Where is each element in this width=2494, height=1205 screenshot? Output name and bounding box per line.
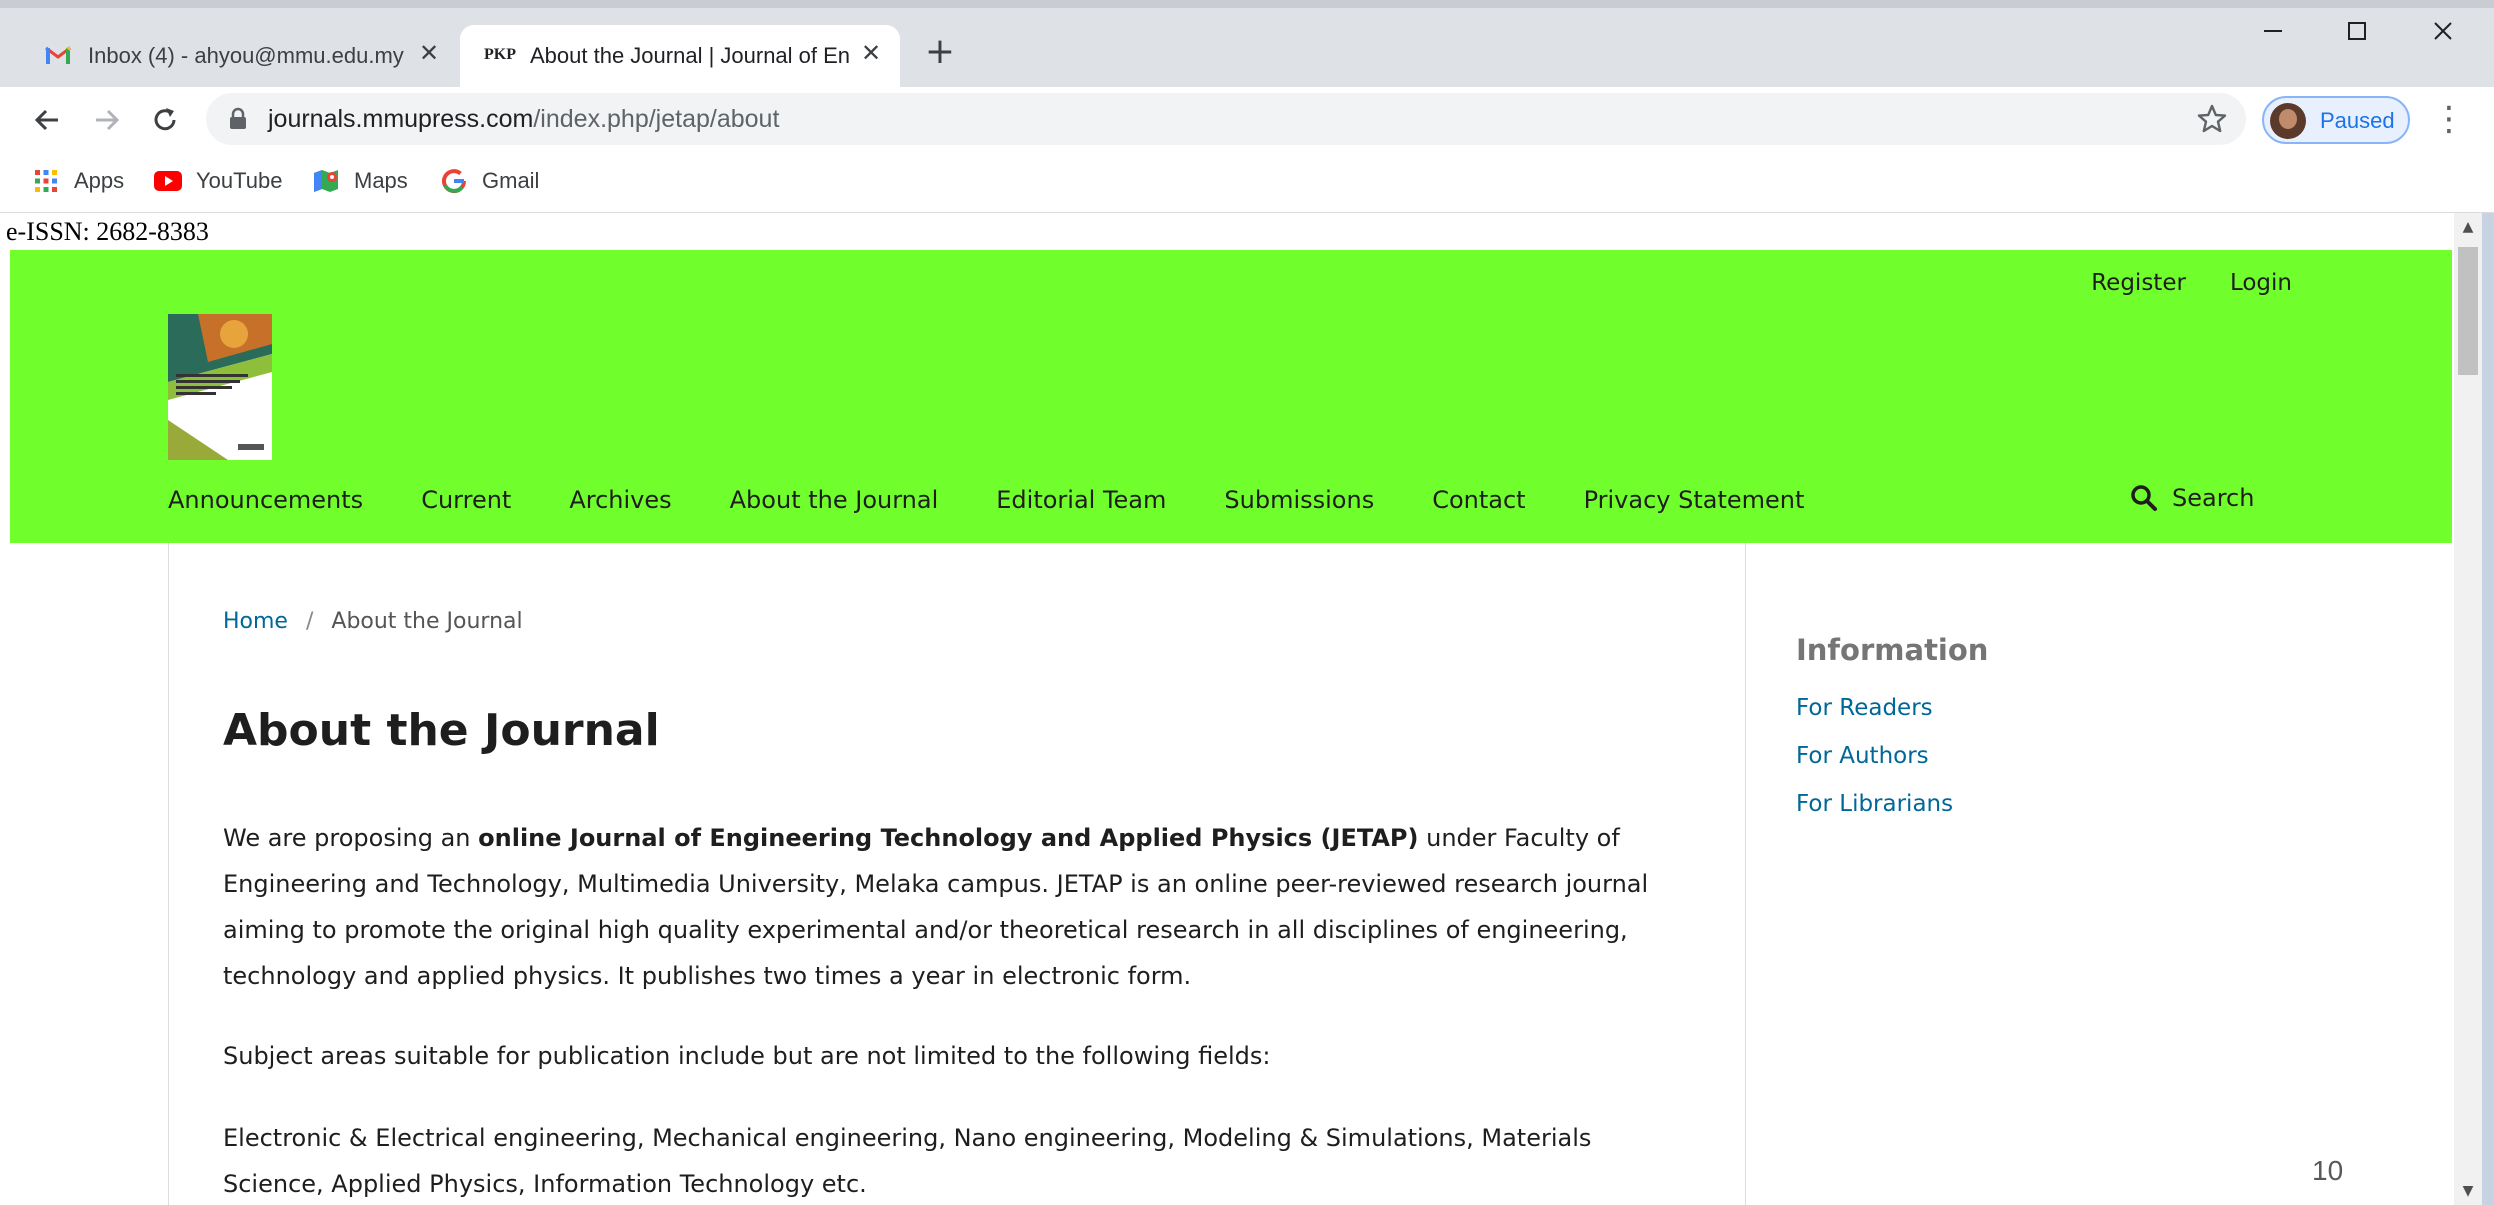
page-viewport: e-ISSN: 2682-8383 Register Login Announc… [0, 213, 2494, 1205]
close-window-button[interactable] [2418, 14, 2468, 54]
window-top-edge [0, 0, 2494, 8]
gmail-icon [44, 41, 72, 69]
window-right-edge [2482, 213, 2494, 1205]
slide-page-number: 10 [2312, 1155, 2344, 1186]
browser-window: Inbox (4) - ahyou@mmu.edu.my ✕ PKP About… [0, 0, 2494, 1205]
vertical-scrollbar[interactable]: ▲ ▼ [2454, 213, 2482, 1205]
reload-icon [154, 108, 176, 131]
bookmark-star-icon[interactable] [2196, 103, 2228, 135]
search-label: Search [2172, 484, 2255, 512]
breadcrumb-home-link[interactable]: Home [223, 609, 288, 634]
url-path: /index.php/jetap/about [533, 105, 780, 133]
bookmark-gmail[interactable]: Gmail [440, 164, 539, 198]
intro-paragraph: We are proposing an online Journal of En… [223, 815, 1663, 999]
bookmark-label: Apps [74, 168, 125, 193]
minimize-button[interactable] [2248, 14, 2298, 54]
bookmark-apps[interactable]: Apps [32, 164, 124, 198]
nav-submissions[interactable]: Submissions [1224, 486, 1374, 514]
journal-name-bold: online Journal of Engineering Technology… [478, 824, 1419, 852]
nav-archives[interactable]: Archives [569, 486, 671, 514]
subjects-intro-paragraph: Subject areas suitable for publication i… [223, 1042, 1271, 1070]
profile-button[interactable]: Paused [2262, 96, 2410, 144]
register-link[interactable]: Register [2091, 270, 2186, 296]
for-readers-link[interactable]: For Readers [1796, 695, 1988, 721]
journal-header: Register Login Announcements Current Arc… [10, 250, 2452, 543]
tab-close-icon[interactable]: ✕ [414, 39, 444, 69]
forward-button[interactable] [86, 99, 128, 141]
eissn-text: e-ISSN: 2682-8383 [6, 217, 209, 246]
tab-gmail-inbox[interactable]: Inbox (4) - ahyou@mmu.edu.my ✕ [18, 25, 458, 87]
scroll-down-arrow-icon[interactable]: ▼ [2460, 1183, 2476, 1199]
breadcrumb-current: About the Journal [331, 609, 523, 634]
profile-status: Paused [2320, 108, 2395, 133]
bookmarks-bar: Apps YouTube Maps Gmail [0, 152, 2494, 213]
scroll-up-arrow-icon[interactable]: ▲ [2460, 219, 2476, 235]
tab-close-icon[interactable]: ✕ [856, 39, 886, 69]
bookmark-label: YouTube [196, 168, 283, 193]
avatar [2270, 103, 2306, 139]
scrollbar-thumb[interactable] [2458, 247, 2478, 375]
bookmark-label: Gmail [482, 168, 540, 193]
bookmark-label: Maps [354, 168, 408, 193]
url-text[interactable]: journals.mmupress.com/index.php/jetap/ab… [268, 105, 779, 134]
subjects-paragraph: Electronic & Electrical engineering, Mec… [223, 1124, 1592, 1198]
address-bar[interactable]: journals.mmupress.com/index.php/jetap/ab… [206, 93, 2246, 145]
browser-toolbar: journals.mmupress.com/index.php/jetap/ab… [0, 87, 2494, 152]
forward-arrow-icon [96, 109, 120, 131]
google-icon [440, 167, 468, 195]
youtube-icon [154, 167, 182, 195]
back-arrow-icon [34, 109, 58, 131]
lock-icon [228, 107, 248, 135]
nav-announcements[interactable]: Announcements [168, 486, 363, 514]
nav-about-journal[interactable]: About the Journal [730, 486, 939, 514]
nav-current[interactable]: Current [421, 486, 511, 514]
new-tab-button[interactable]: + [920, 32, 960, 72]
apps-grid-icon [32, 167, 60, 195]
bookmark-youtube[interactable]: YouTube [154, 164, 282, 198]
information-sidebar: Information For Readers For Authors For … [1796, 633, 1988, 839]
tab-strip: Inbox (4) - ahyou@mmu.edu.my ✕ PKP About… [0, 0, 2494, 87]
url-host: journals.mmupress.com [268, 105, 534, 133]
nav-privacy-statement[interactable]: Privacy Statement [1584, 486, 1805, 514]
pkp-favicon-icon: PKP [484, 46, 516, 63]
nav-contact[interactable]: Contact [1432, 486, 1525, 514]
for-authors-link[interactable]: For Authors [1796, 743, 1988, 769]
intro-text-start: We are proposing an [223, 824, 479, 852]
for-librarians-link[interactable]: For Librarians [1796, 791, 1988, 817]
browser-menu-icon[interactable]: ⋮ [2432, 97, 2466, 141]
journal-cover-image [168, 314, 272, 460]
tab-title: Inbox (4) - ahyou@mmu.edu.my [88, 43, 404, 68]
journal-logo[interactable] [168, 314, 272, 460]
reload-button[interactable] [144, 99, 186, 141]
sidebar-title: Information [1796, 633, 1989, 667]
maps-icon [312, 167, 340, 195]
bookmark-maps[interactable]: Maps [312, 164, 408, 198]
primary-nav: Announcements Current Archives About the… [168, 486, 1862, 514]
breadcrumb: Home / About the Journal [223, 609, 523, 634]
user-links: Register Login [2091, 270, 2292, 296]
maximize-button[interactable] [2332, 14, 2382, 54]
breadcrumb-separator: / [305, 609, 314, 634]
back-button[interactable] [26, 99, 68, 141]
tab-about-journal[interactable]: PKP About the Journal | Journal of Engin… [460, 25, 900, 87]
main-content: Home / About the Journal About the Journal… [168, 543, 1746, 1205]
login-link[interactable]: Login [2230, 270, 2292, 296]
page-title: About the Journal [223, 705, 660, 756]
nav-editorial-team[interactable]: Editorial Team [996, 486, 1166, 514]
tab-title: About the Journal | Journal of Engineeri… [530, 43, 850, 68]
search-icon [2131, 485, 2157, 511]
search-link[interactable]: Search [2130, 484, 2254, 512]
